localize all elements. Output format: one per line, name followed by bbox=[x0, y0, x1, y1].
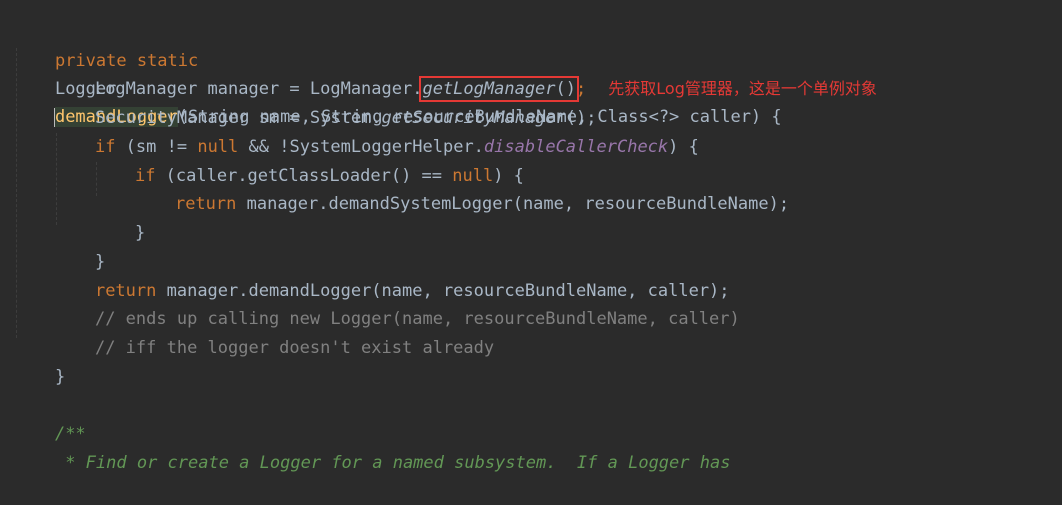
closing-brace: } bbox=[54, 367, 66, 387]
line-comment: // iff the logger doesn't exist already bbox=[94, 338, 495, 358]
code-editor[interactable]: private static Logger demandLogger(Strin… bbox=[0, 0, 1062, 473]
code-line-9[interactable]: return manager.demandLogger(name, resour… bbox=[54, 249, 730, 301]
annotation-note: 先获取Log管理器，这是一个单例对象 bbox=[608, 79, 877, 98]
code-line-14[interactable]: * Find or create a Logger for a named su… bbox=[14, 421, 730, 473]
code-line-11[interactable]: // iff the logger doesn't exist already bbox=[54, 306, 494, 358]
code-line-13[interactable]: /** bbox=[14, 392, 86, 444]
code-line-7[interactable]: } bbox=[94, 191, 145, 243]
code-line-2[interactable]: LogManager manager = LogManager.getLogMa… bbox=[54, 47, 877, 102]
code-text: manager.demandSystemLogger(name, resourc… bbox=[236, 194, 790, 214]
code-line-12[interactable]: } bbox=[14, 335, 65, 387]
code-line-6[interactable]: return manager.demandSystemLogger(name, … bbox=[134, 162, 789, 214]
code-line-10[interactable]: // ends up calling new Logger(name, reso… bbox=[54, 277, 740, 329]
doc-comment: * Find or create a Logger for a named su… bbox=[54, 453, 731, 473]
code-text: ) { bbox=[668, 137, 699, 157]
code-line-4[interactable]: if (sm != null && !SystemLoggerHelper.di… bbox=[54, 105, 699, 157]
closing-brace: } bbox=[134, 223, 146, 243]
code-line-5[interactable]: if (caller.getClassLoader() == null) { bbox=[94, 134, 524, 186]
code-line-8[interactable]: } bbox=[54, 220, 105, 272]
code-line-3[interactable]: SecurityManager sm = System.getSecurityM… bbox=[54, 76, 597, 128]
keyword-return: return bbox=[174, 194, 237, 214]
code-line-1[interactable]: private static Logger demandLogger(Strin… bbox=[14, 19, 782, 127]
